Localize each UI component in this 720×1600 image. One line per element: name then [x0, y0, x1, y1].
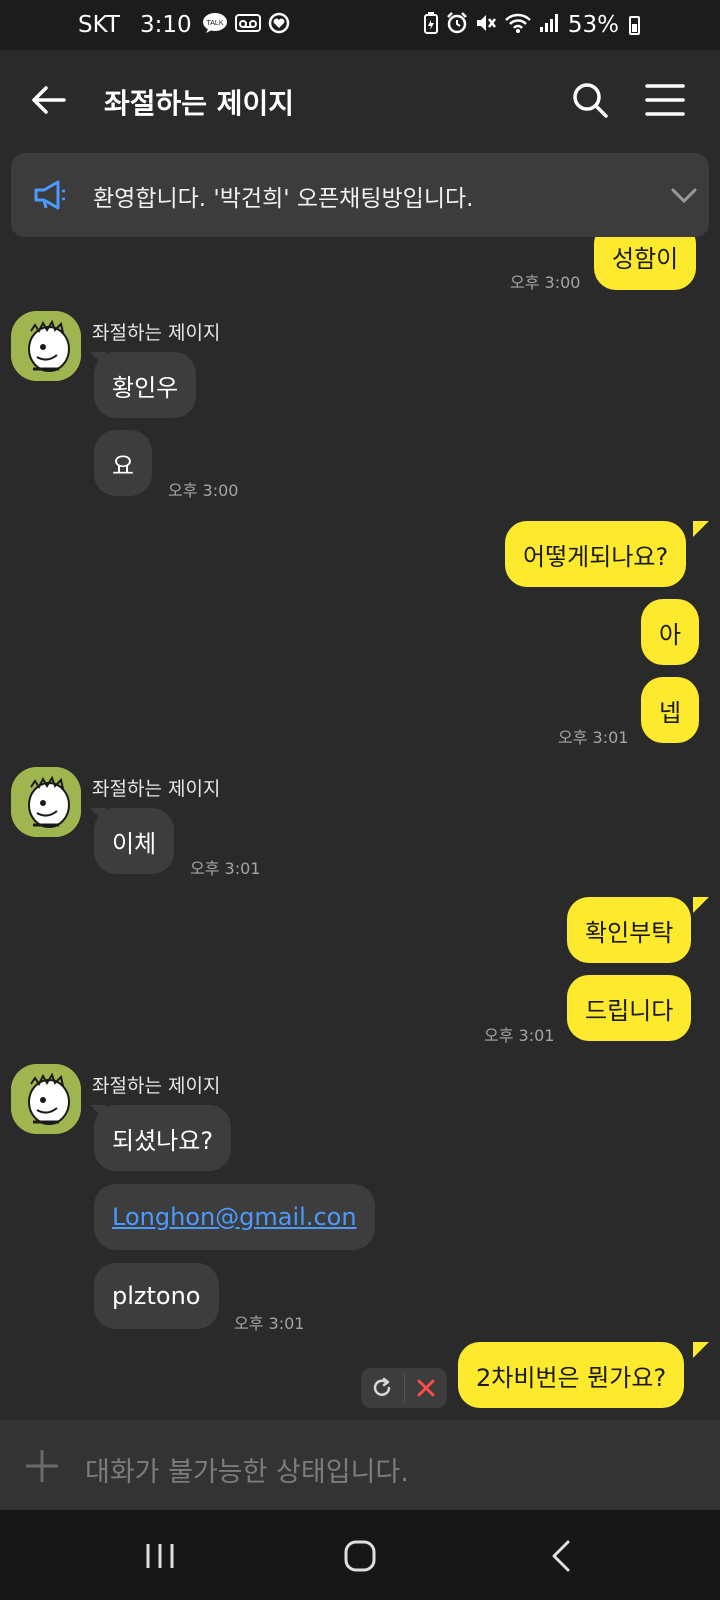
hamburger-menu-icon [645, 84, 685, 116]
avatar[interactable] [11, 767, 81, 837]
message-bubble-outgoing[interactable]: 넵 [641, 677, 700, 743]
chevron-left-icon [552, 1540, 570, 1572]
message-text: 드립니다 [585, 996, 674, 1025]
wifi-icon [504, 12, 532, 39]
chat-header: 좌절하는 제이지 [0, 50, 720, 150]
voicemail-icon [234, 13, 261, 38]
message-timestamp: 오후 3:01 [484, 1026, 555, 1045]
bubble-tail [693, 521, 709, 537]
close-icon [417, 1379, 435, 1397]
battery-saver-icon [423, 11, 439, 39]
heart-icon [268, 12, 290, 39]
message-bubble-incoming[interactable]: plztono [94, 1263, 219, 1329]
system-back-button[interactable] [542, 1536, 582, 1576]
home-icon [344, 1540, 376, 1572]
message-bubble-incoming[interactable]: 요 [94, 430, 153, 496]
back-arrow-icon [32, 86, 66, 114]
system-navigation-bar [0, 1510, 720, 1600]
message-bubble-outgoing[interactable]: 아 [641, 599, 700, 665]
message-text: 어떻게되나요? [523, 542, 669, 571]
avatar-image [11, 311, 81, 381]
message-text: 요 [112, 451, 135, 480]
message-text: plztono [112, 1282, 201, 1310]
message-text: 확인부탁 [585, 918, 674, 947]
refresh-icon [374, 1377, 391, 1396]
delete-failed-button[interactable] [404, 1368, 447, 1408]
talk-icon: TALK [202, 12, 228, 39]
message-bubble-incoming[interactable]: 황인우 [94, 352, 197, 418]
message-bubble-outgoing[interactable]: 어떻게되나요? [505, 521, 687, 587]
sender-name: 좌절하는 제이지 [92, 322, 221, 344]
message-bubble-outgoing-failed[interactable]: 2차비번은 뭔가요? [458, 1342, 685, 1408]
avatar-image [11, 767, 81, 837]
svg-text:TALK: TALK [206, 20, 223, 27]
megaphone-icon [33, 179, 67, 211]
message-timestamp: 오후 3:00 [168, 481, 239, 500]
chevron-down-icon[interactable] [671, 183, 697, 207]
battery-percent: 53% [567, 12, 619, 38]
message-text: 아 [659, 620, 682, 649]
message-bubble-incoming[interactable]: 이체 [94, 808, 175, 874]
back-button[interactable] [28, 80, 68, 120]
message-text: 넵 [659, 698, 682, 727]
plus-icon [24, 1448, 60, 1484]
search-icon [573, 83, 608, 118]
recent-apps-button[interactable] [140, 1536, 180, 1576]
message-timestamp: 오후 3:01 [558, 728, 629, 747]
chat-title: 좌절하는 제이지 [104, 87, 295, 120]
message-text: 황인우 [112, 373, 179, 402]
notice-banner[interactable]: 환영합니다. '박건희' 오픈채팅방입니다. [11, 153, 709, 237]
message-timestamp: 오후 3:00 [510, 273, 581, 292]
carrier-label: SKT [78, 12, 120, 38]
message-text: 되셨나요? [112, 1126, 214, 1155]
message-text: 이체 [112, 829, 157, 858]
sender-name: 좌절하는 제이지 [92, 1075, 221, 1097]
home-button[interactable] [340, 1536, 380, 1576]
email-link[interactable]: Longhon@gmail.con [112, 1203, 357, 1231]
failed-message-actions [361, 1368, 447, 1408]
message-bubble-link[interactable]: Longhon@gmail.con [94, 1184, 375, 1250]
message-bubble-incoming[interactable]: 되셨나요? [94, 1105, 232, 1171]
signal-icon [539, 13, 559, 38]
message-bubble-outgoing[interactable]: 드립니다 [567, 975, 692, 1041]
avatar-image [11, 1064, 81, 1134]
avatar[interactable] [11, 311, 81, 381]
message-bubble-outgoing[interactable]: 확인부탁 [567, 897, 692, 963]
status-bar: SKT 3:10 TALK 53% [0, 0, 720, 50]
status-icons-right: 53% [423, 0, 640, 50]
message-timestamp: 오후 3:01 [234, 1314, 305, 1333]
battery-icon [629, 15, 640, 35]
avatar[interactable] [11, 1064, 81, 1134]
alarm-icon [446, 11, 468, 39]
message-input-bar: 대화가 불가능한 상태입니다. [0, 1420, 720, 1510]
message-text: 성함이 [612, 244, 679, 273]
search-button[interactable] [570, 80, 610, 120]
disabled-input-placeholder: 대화가 불가능한 상태입니다. [85, 1457, 409, 1488]
sender-name: 좌절하는 제이지 [92, 778, 221, 800]
recent-apps-icon [146, 1544, 174, 1568]
bubble-tail [693, 1342, 709, 1358]
mute-icon [475, 12, 497, 39]
notice-text: 환영합니다. '박건희' 오픈채팅방입니다. [93, 186, 474, 212]
resend-button[interactable] [361, 1368, 404, 1408]
message-text: 2차비번은 뭔가요? [476, 1363, 667, 1392]
menu-button[interactable] [645, 82, 685, 118]
bubble-tail [693, 897, 709, 913]
clock: 3:10 [139, 12, 192, 38]
message-timestamp: 오후 3:01 [190, 859, 261, 878]
